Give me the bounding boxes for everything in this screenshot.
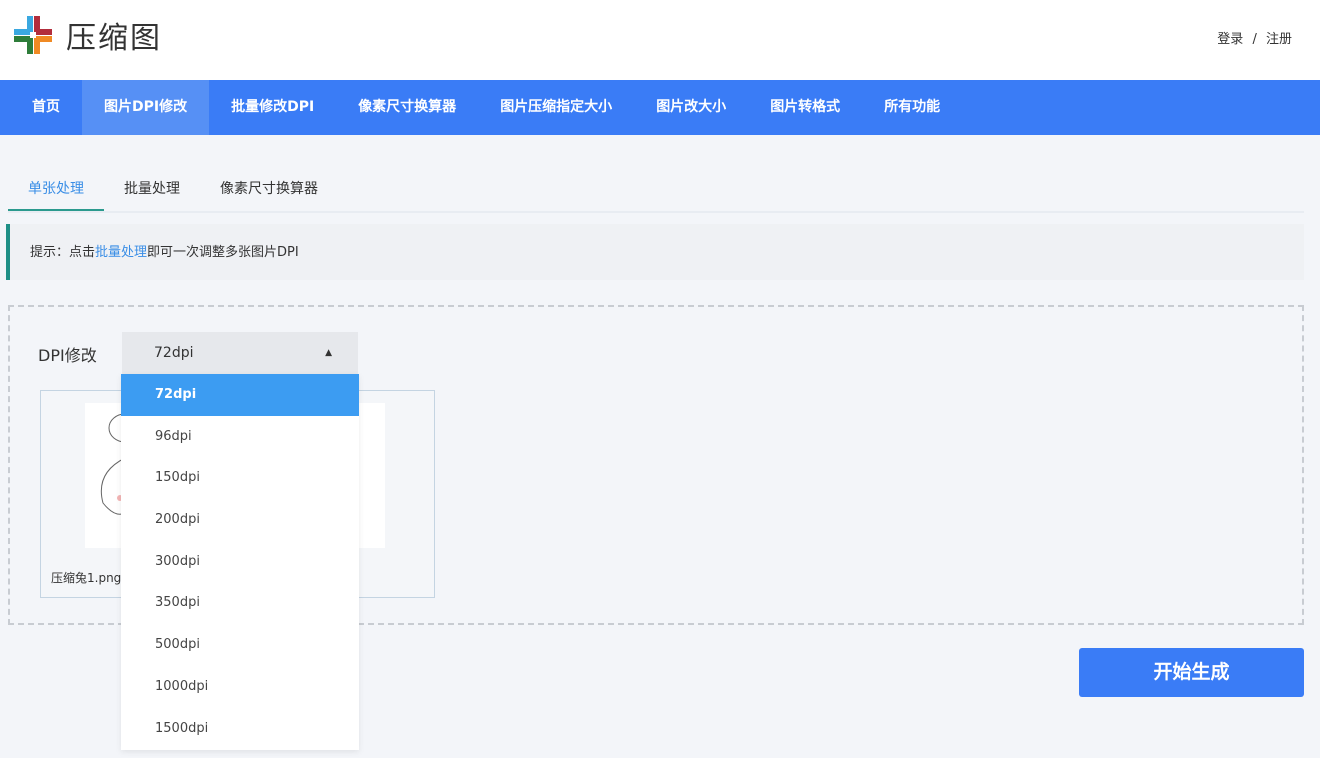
nav-convert-format[interactable]: 图片转格式: [748, 80, 862, 135]
tip-prefix: 提示：点击: [30, 245, 95, 260]
tip-banner: 提示：点击批量处理即可一次调整多张图片DPI: [6, 224, 1304, 280]
auth-links: 登录 / 注册: [1217, 28, 1292, 47]
dpi-option[interactable]: 1000dpi: [121, 666, 359, 708]
dpi-option[interactable]: 1500dpi: [121, 708, 359, 750]
dpi-option[interactable]: 72dpi: [121, 374, 359, 416]
login-link[interactable]: 登录: [1217, 32, 1243, 47]
dpi-option[interactable]: 300dpi: [121, 541, 359, 583]
tip-suffix: 即可一次调整多张图片DPI: [147, 245, 299, 260]
dpi-options-menu: 72dpi 96dpi 150dpi 200dpi 300dpi 350dpi …: [121, 374, 359, 750]
dpi-label: DPI修改: [38, 342, 97, 366]
nav-batch-dpi[interactable]: 批量修改DPI: [209, 80, 336, 135]
start-button[interactable]: 开始生成: [1079, 648, 1304, 697]
tab-batch[interactable]: 批量处理: [104, 160, 200, 211]
tabs: 单张处理 批量处理 像素尺寸换算器: [8, 160, 1304, 213]
register-link[interactable]: 注册: [1266, 32, 1292, 47]
nav-compress-size[interactable]: 图片压缩指定大小: [478, 80, 634, 135]
dpi-option[interactable]: 96dpi: [121, 416, 359, 458]
tab-single[interactable]: 单张处理: [8, 160, 104, 211]
nav-all-features[interactable]: 所有功能: [862, 80, 962, 135]
dpi-option[interactable]: 500dpi: [121, 624, 359, 666]
file-name: 压缩兔1.png: [51, 569, 121, 586]
nav-dpi-modify[interactable]: 图片DPI修改: [82, 80, 209, 135]
nav-home[interactable]: 首页: [10, 80, 82, 135]
main-nav: 首页 图片DPI修改 批量修改DPI 像素尺寸换算器 图片压缩指定大小 图片改大…: [0, 80, 1320, 135]
logo-cross-icon: [10, 12, 56, 58]
caret-up-icon: ▲: [325, 332, 332, 374]
logo-text: 压缩图: [66, 13, 162, 57]
dpi-option[interactable]: 150dpi: [121, 457, 359, 499]
nav-pixel-converter[interactable]: 像素尺寸换算器: [336, 80, 478, 135]
header: 压缩图 登录 / 注册: [0, 0, 1320, 80]
dpi-option[interactable]: 200dpi: [121, 499, 359, 541]
logo[interactable]: 压缩图: [10, 12, 162, 58]
dpi-option[interactable]: 350dpi: [121, 582, 359, 624]
tab-pixel-converter[interactable]: 像素尺寸换算器: [200, 160, 338, 211]
dpi-select-value: 72dpi: [154, 345, 193, 361]
tip-batch-link[interactable]: 批量处理: [95, 245, 147, 260]
dpi-select[interactable]: 72dpi ▲: [122, 332, 358, 374]
nav-resize[interactable]: 图片改大小: [634, 80, 748, 135]
auth-separator: /: [1252, 32, 1256, 47]
